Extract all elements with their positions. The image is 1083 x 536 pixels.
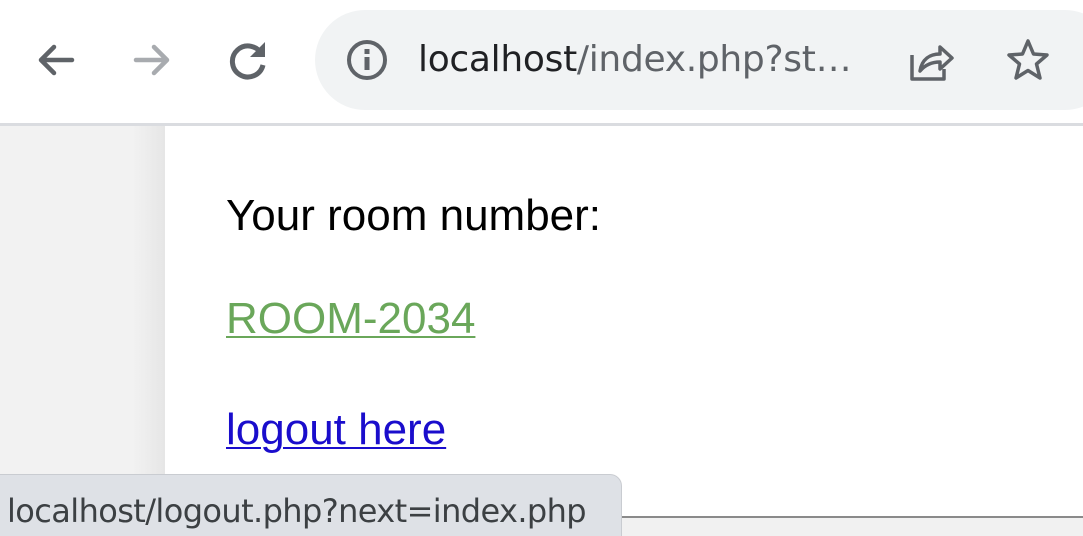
info-circle-icon: [347, 40, 387, 80]
arrow-left-icon: [38, 44, 75, 76]
star-icon: [1007, 39, 1049, 80]
forward-button[interactable]: [124, 30, 180, 90]
reload-icon: [229, 42, 266, 80]
address-bar[interactable]: localhost/index.php?st…: [315, 10, 1083, 110]
room-number-link[interactable]: ROOM-2034: [226, 291, 475, 347]
room-number-label: Your room number:: [226, 191, 602, 240]
status-bubble: localhost/logout.php?next=index.php: [0, 474, 622, 536]
arrow-right-icon: [133, 44, 170, 76]
scrollbar-edge: [622, 516, 1083, 518]
logout-link[interactable]: logout here: [226, 402, 446, 458]
horizontal-scrollbar[interactable]: [622, 516, 1083, 536]
share-button[interactable]: [907, 38, 957, 84]
url-path: /index.php?st…: [576, 39, 852, 80]
browser-toolbar: localhost/index.php?st…: [0, 0, 1083, 126]
url-host: localhost: [418, 39, 577, 80]
back-button[interactable]: [28, 30, 84, 90]
site-info-button[interactable]: [345, 38, 389, 82]
address-bar-url[interactable]: localhost/index.php?st…: [418, 36, 888, 84]
status-bubble-url: localhost/logout.php?next=index.php: [7, 492, 587, 530]
reload-button[interactable]: [220, 30, 276, 90]
browser-window: localhost/index.php?st… Your room number…: [0, 0, 1083, 536]
bookmark-button[interactable]: [1003, 36, 1053, 84]
share-icon: [910, 45, 954, 81]
